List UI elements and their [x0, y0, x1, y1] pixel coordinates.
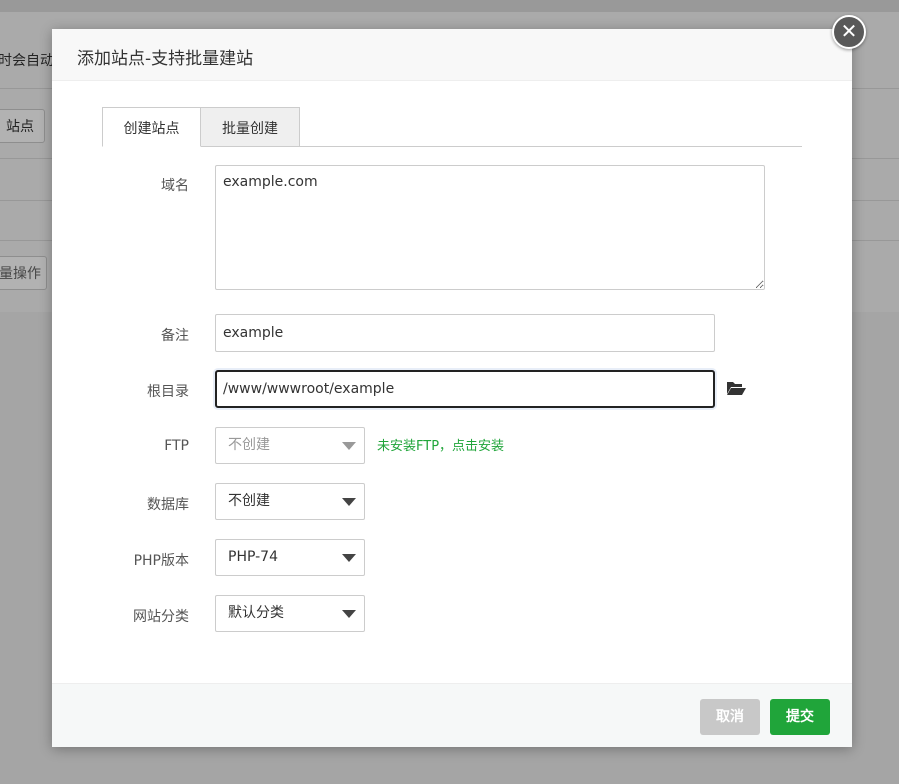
ftp-label: FTP — [164, 438, 189, 454]
ftp-select-value: 不创建 — [228, 437, 270, 453]
tab-batch-create[interactable]: 批量创建 — [201, 107, 300, 147]
domain-textarea[interactable]: example.com — [215, 165, 765, 290]
database-select-value: 不创建 — [228, 493, 270, 509]
close-icon: ✕ — [840, 19, 858, 43]
root-dir-input[interactable] — [215, 370, 715, 408]
root-dir-label: 根目录 — [147, 384, 189, 400]
chevron-down-icon — [342, 554, 356, 562]
chevron-down-icon — [342, 610, 356, 618]
tab-bar: 创建站点 批量创建 — [102, 107, 802, 147]
database-select[interactable]: 不创建 — [215, 483, 365, 520]
dialog-footer: 取消 提交 — [52, 683, 852, 747]
domain-label: 域名 — [161, 178, 189, 194]
category-select-value: 默认分类 — [228, 605, 284, 621]
ftp-select: 不创建 — [215, 427, 365, 464]
database-label: 数据库 — [147, 497, 189, 513]
folder-open-icon[interactable] — [726, 380, 746, 396]
category-select[interactable]: 默认分类 — [215, 595, 365, 632]
tab-create-site[interactable]: 创建站点 — [102, 107, 201, 147]
cancel-button[interactable]: 取消 — [700, 699, 760, 735]
php-version-label: PHP版本 — [133, 553, 189, 569]
submit-button[interactable]: 提交 — [770, 699, 830, 735]
dialog-header: 添加站点-支持批量建站 — [52, 29, 852, 81]
remark-input[interactable] — [215, 314, 715, 352]
chevron-down-icon — [342, 442, 356, 450]
remark-label: 备注 — [161, 328, 189, 344]
close-button[interactable]: ✕ — [832, 15, 866, 49]
category-label: 网站分类 — [133, 609, 189, 625]
dialog-title: 添加站点-支持批量建站 — [77, 49, 254, 69]
php-version-select-value: PHP-74 — [228, 549, 278, 565]
chevron-down-icon — [342, 498, 356, 506]
php-version-select[interactable]: PHP-74 — [215, 539, 365, 576]
ftp-install-link[interactable]: 未安装FTP，点击安装 — [377, 435, 504, 454]
add-site-dialog: 添加站点-支持批量建站 创建站点 批量创建 域名 example.com 备注 … — [52, 29, 852, 747]
